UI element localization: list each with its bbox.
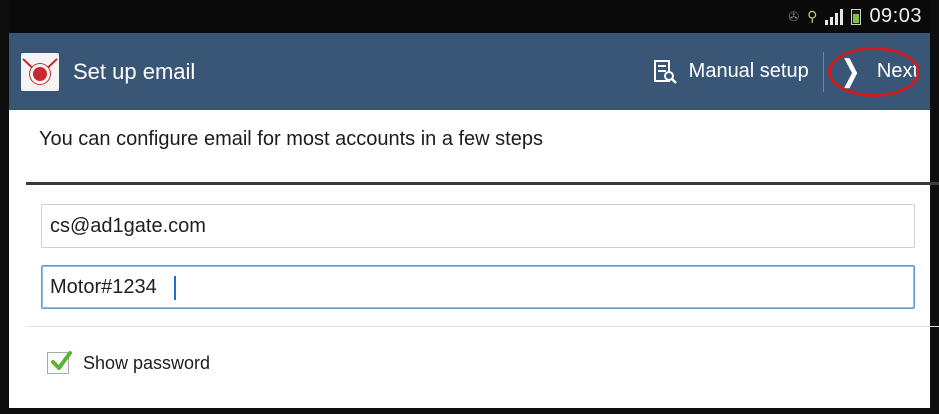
action-bar: Set up email Manual setup ❯ Next — [9, 33, 930, 110]
status-time: 09:03 — [869, 5, 922, 27]
manual-setup-button[interactable]: Manual setup — [639, 33, 823, 110]
email-field[interactable] — [41, 204, 915, 248]
show-password-label: Show password — [83, 352, 211, 373]
show-password-checkbox[interactable] — [47, 351, 72, 374]
manual-setup-icon — [653, 59, 677, 84]
notification-icon: ✇ — [788, 8, 800, 24]
device-screen: ✇ ⚲ 09:03 Set up email Manual setup ❯ Ne… — [0, 0, 939, 414]
next-button[interactable]: ❯ Next — [824, 33, 930, 110]
usb-icon: ⚲ — [807, 8, 818, 24]
email-app-icon[interactable] — [21, 52, 59, 91]
field-separator — [26, 326, 939, 327]
text-cursor — [174, 276, 176, 300]
password-field[interactable] — [41, 265, 915, 309]
intro-text: You can configure email for most account… — [39, 128, 543, 150]
checkmark-icon — [51, 351, 72, 370]
section-divider — [26, 182, 939, 185]
show-password-option[interactable]: Show password — [47, 351, 211, 374]
status-bar: ✇ ⚲ 09:03 — [9, 0, 930, 33]
manual-setup-label: Manual setup — [688, 60, 809, 82]
signal-icon — [825, 8, 844, 25]
highlight-ring — [827, 47, 920, 97]
page-title: Set up email — [73, 58, 196, 84]
battery-icon — [851, 8, 862, 25]
